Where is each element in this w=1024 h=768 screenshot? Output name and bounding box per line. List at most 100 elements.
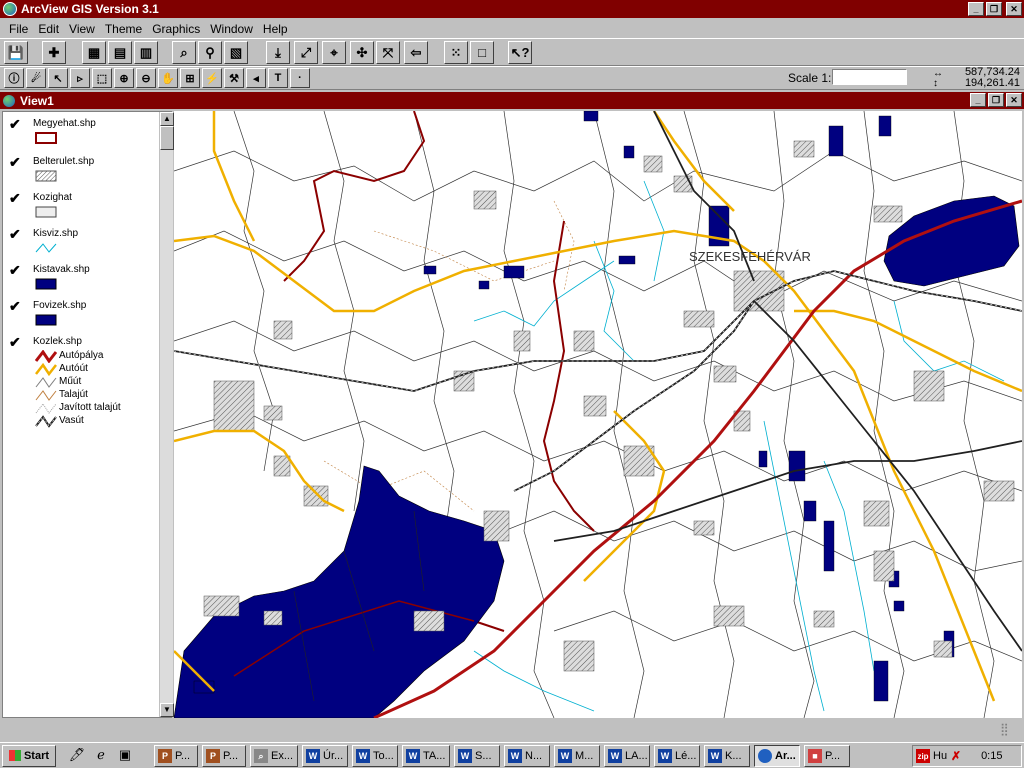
tool-bar: ⓘ ☄ ↖ ▹ ⬚ ⊕ ⊖ ✋ ⊞ ⚡ ⚒ ◂ T · Scale 1: ↔ ↕ … [0, 66, 1024, 90]
checkbox-checked-icon[interactable]: ✔ [9, 263, 23, 278]
measure-tool[interactable]: ⊞ [180, 68, 200, 88]
task-button-4[interactable]: W Úr... [302, 745, 348, 767]
legend-item-fovizek[interactable]: ✔ Fovizek.shp [9, 299, 159, 332]
task-button-12[interactable]: W K... [704, 745, 750, 767]
view-restore-button[interactable]: ❐ [988, 93, 1004, 107]
close-button[interactable]: ✕ [1006, 2, 1022, 16]
label-tool[interactable]: ◂ [246, 68, 266, 88]
hotlink2-tool[interactable]: ⚡ [202, 68, 222, 88]
add-theme-button[interactable]: ✚ [42, 41, 66, 64]
task-button-1[interactable]: P P... [154, 745, 198, 767]
query-builder-button[interactable]: ▧ [224, 41, 248, 64]
start-button[interactable]: Start [2, 744, 56, 767]
language-indicator[interactable]: Hu [933, 750, 947, 762]
restore-button[interactable]: ❐ [986, 2, 1002, 16]
menu-help[interactable]: Help [258, 22, 293, 36]
select-feature-tool[interactable]: ⬚ [92, 68, 112, 88]
checkbox-checked-icon[interactable]: ✔ [9, 335, 23, 350]
menu-window[interactable]: Window [205, 22, 258, 36]
hotlink-tool[interactable]: ☄ [26, 68, 46, 88]
scroll-up-arrow-icon[interactable]: ▲ [160, 112, 174, 126]
legend-item-megyehat[interactable]: ✔ Megyehat.shp [9, 117, 159, 150]
help-button[interactable]: ↖? [508, 41, 532, 64]
menu-edit[interactable]: Edit [33, 22, 64, 36]
dirt-road-line-icon [35, 390, 57, 401]
word-icon: W [356, 749, 370, 763]
legend-item-kisviz[interactable]: ✔ Kisviz.shp [9, 227, 159, 260]
start-label: Start [23, 749, 50, 762]
view-globe-icon [3, 94, 15, 107]
task-button-9[interactable]: W M... [554, 745, 600, 767]
view-close-button[interactable]: ✕ [1006, 93, 1022, 107]
vertex-edit-tool[interactable]: ▹ [70, 68, 90, 88]
dirt-roads [323, 200, 575, 512]
task-button-5[interactable]: W To... [352, 745, 398, 767]
clear-selection-button[interactable]: □ [470, 41, 494, 64]
checkbox-checked-icon[interactable]: ✔ [9, 299, 23, 314]
channels-icon[interactable]: ▣ [116, 746, 134, 764]
menu-theme[interactable]: Theme [100, 22, 147, 36]
zoom-out-button[interactable]: ⤧ [376, 41, 400, 64]
task-button-3[interactable]: ⌕ Ex... [250, 745, 298, 767]
zip-drive-icon[interactable]: zip [916, 749, 930, 763]
map-canvas[interactable]: SZEKESFEHÉRVÁR [174, 111, 1022, 718]
zoom-in-tool[interactable]: ⊕ [114, 68, 134, 88]
zoom-previous-button[interactable]: ⇦ [404, 41, 428, 64]
highway-line-icon [35, 350, 57, 363]
zoom-out-tool[interactable]: ⊖ [136, 68, 156, 88]
zoom-full-extent-button[interactable]: ⤓ [266, 41, 290, 64]
resize-grip-icon[interactable]: ⣿ [1000, 722, 1016, 738]
task-button-6[interactable]: W TA... [402, 745, 450, 767]
pointer-tool[interactable]: ↖ [48, 68, 68, 88]
menu-file[interactable]: File [4, 22, 33, 36]
minimize-button[interactable]: _ [968, 2, 984, 16]
edit-legend-button[interactable]: ▤ [108, 41, 132, 64]
task-button-8[interactable]: W N... [504, 745, 550, 767]
task-button-10[interactable]: W LA... [604, 745, 650, 767]
checkbox-checked-icon[interactable]: ✔ [9, 155, 23, 170]
select-features-button[interactable]: ⁙ [444, 41, 468, 64]
legend-item-kistavak[interactable]: ✔ Kistavak.shp [9, 263, 159, 296]
identify-tool[interactable]: ⓘ [4, 68, 24, 88]
zoom-selected-button[interactable]: ⌖ [322, 41, 346, 64]
road-line-icon [35, 377, 57, 388]
task-button-2[interactable]: P P... [202, 745, 246, 767]
zoom-active-themes-button[interactable]: ⤢ [294, 41, 318, 64]
find-button[interactable]: ⌕ [172, 41, 196, 64]
task-button-arcview[interactable]: Ar... [754, 745, 800, 767]
paint-icon: ■ [808, 749, 822, 763]
coord-y: 194,261.41 [964, 77, 1020, 89]
open-table-button[interactable]: ▥ [134, 41, 158, 64]
task-button-14[interactable]: ■ P... [804, 745, 850, 767]
pan-tool[interactable]: ✋ [158, 68, 178, 88]
area-of-interest-tool[interactable]: ⚒ [224, 68, 244, 88]
clock[interactable]: 0:15 [981, 750, 1002, 762]
checkbox-checked-icon[interactable]: ✔ [9, 117, 23, 132]
text-tool[interactable]: T [268, 68, 288, 88]
legend-item-kozighat[interactable]: ✔ Kozighat [9, 191, 159, 224]
show-desktop-icon[interactable]: 🖊 [68, 746, 86, 764]
legend-item-kozlek[interactable]: ✔ Kozlek.shp Autópálya Autóút Műút Talaj… [9, 335, 159, 436]
legend-scrollbar[interactable]: ▲ ▼ [159, 112, 174, 717]
checkbox-checked-icon[interactable]: ✔ [9, 227, 23, 242]
locate-address-button[interactable]: ⚲ [198, 41, 222, 64]
task-button-11[interactable]: W Lé... [654, 745, 700, 767]
task-button-7[interactable]: W S... [454, 745, 500, 767]
menu-view[interactable]: View [64, 22, 100, 36]
save-project-button[interactable]: 💾 [4, 41, 28, 64]
internet-explorer-icon[interactable]: ℯ [92, 746, 110, 764]
theme-properties-button[interactable]: ▦ [82, 41, 106, 64]
checkbox-checked-icon[interactable]: ✔ [9, 191, 23, 206]
app-icon: P [206, 749, 220, 763]
volume-muted-icon[interactable]: ✗ [949, 749, 963, 763]
explorer-icon: ⌕ [254, 749, 268, 763]
view-minimize-button[interactable]: _ [970, 93, 986, 107]
scroll-down-arrow-icon[interactable]: ▼ [160, 703, 174, 717]
draw-point-tool[interactable]: · [290, 68, 310, 88]
scroll-thumb[interactable] [160, 126, 174, 150]
word-icon: W [458, 749, 472, 763]
menu-graphics[interactable]: Graphics [147, 22, 205, 36]
scale-input[interactable] [832, 69, 907, 85]
zoom-in-button[interactable]: ✣ [350, 41, 374, 64]
legend-item-belterulet[interactable]: ✔ Belterulet.shp [9, 155, 159, 188]
